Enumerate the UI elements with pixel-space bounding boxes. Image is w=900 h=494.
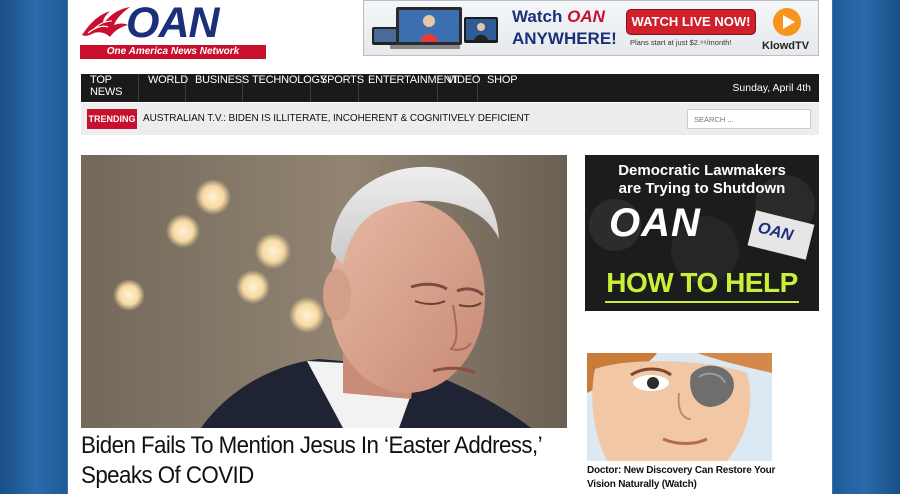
side-ad-line1: Democratic Lawmakers — [618, 162, 786, 179]
nav-sports[interactable]: SPORTS — [311, 74, 364, 102]
nav-world[interactable]: WORLD — [139, 74, 188, 102]
hero-photo-illustration — [81, 155, 567, 428]
devices-illustration — [372, 7, 498, 49]
ad-watch-label: Watch — [512, 7, 563, 26]
ad-anywhere-text: ANYWHERE! — [512, 29, 617, 48]
nav-shop[interactable]: SHOP — [478, 74, 518, 102]
trending-headline[interactable]: AUSTRALIAN T.V.: BIDEN IS ILLITERATE, IN… — [143, 103, 530, 135]
ad-watch-text: Watch OAN — [512, 7, 605, 27]
main-nav: TOP NEWS WORLD BUSINESS TECHNOLOGY SPORT… — [81, 74, 819, 102]
how-to-help-label: HOW TO HELP — [606, 267, 798, 298]
cta-underline — [605, 301, 799, 303]
nav-entertainment[interactable]: ENTERTAINMENT — [359, 74, 458, 102]
promo-image[interactable] — [587, 353, 772, 461]
promo-headline[interactable]: Doctor: New Discovery Can Restore Your V… — [587, 464, 787, 492]
nav-video[interactable]: VIDEO — [438, 74, 480, 102]
current-date: Sunday, April 4th — [732, 82, 811, 94]
klowdtv-label: KlowdTV — [762, 40, 810, 52]
nav-business[interactable]: BUSINESS — [186, 74, 249, 102]
how-to-help-ad[interactable]: Democratic Lawmakers are Trying to Shutd… — [585, 155, 819, 311]
nav-top-news[interactable]: TOP NEWS — [81, 74, 139, 102]
side-ad-logo: OAN — [609, 201, 701, 245]
ad-price-text: Plans start at just $2.⁹⁹/month! — [630, 38, 732, 47]
logo-subtitle: One America News Network — [80, 45, 266, 59]
logo-wordmark: OAN — [126, 0, 220, 47]
nav-technology[interactable]: TECHNOLOGY — [243, 74, 327, 102]
trending-label: TRENDING — [87, 109, 137, 129]
site-logo[interactable]: OAN One America News Network — [80, 0, 270, 61]
side-ad-line2: are Trying to Shutdown — [618, 180, 786, 197]
hero-image[interactable] — [81, 155, 567, 428]
trending-bar: TRENDING AUSTRALIAN T.V.: BIDEN IS ILLIT… — [81, 103, 819, 135]
hero-headline[interactable]: Biden Fails To Mention Jesus In ‘Easter … — [81, 431, 574, 491]
side-ad-sign-text: OAN — [756, 219, 795, 245]
watch-anywhere-ad[interactable]: Watch OAN ANYWHERE! WATCH LIVE NOW! Plan… — [363, 0, 819, 56]
watch-live-button[interactable]: WATCH LIVE NOW! — [626, 9, 756, 35]
ad-watch-brand: OAN — [567, 7, 605, 26]
eye-illustration — [587, 353, 772, 461]
play-icon — [773, 8, 801, 36]
page: OAN One America News Network Watch OAN A… — [68, 0, 832, 494]
eagle-icon — [82, 7, 130, 37]
search-input[interactable] — [687, 109, 811, 129]
